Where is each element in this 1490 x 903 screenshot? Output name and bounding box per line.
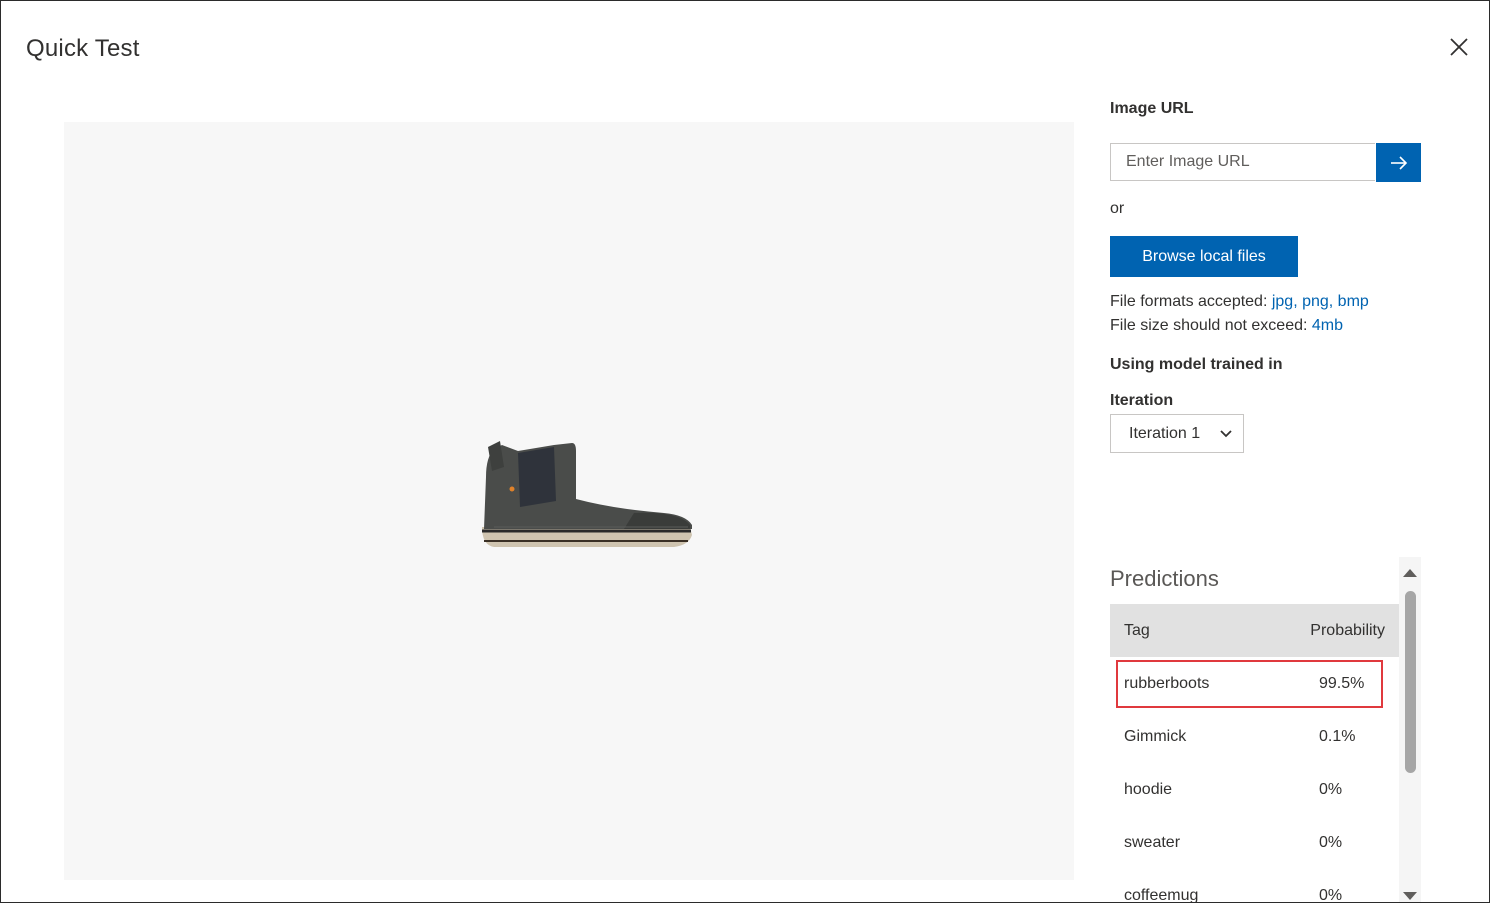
- row-tag: hoodie: [1124, 780, 1173, 798]
- close-icon: [1450, 38, 1468, 56]
- chevron-down-icon: [1220, 430, 1232, 438]
- boot-image: [482, 441, 692, 547]
- predictions-table: Tag Probability rubberboots 99.5% Gimmic…: [1110, 604, 1399, 903]
- column-header-tag: Tag: [1124, 621, 1150, 639]
- arrow-right-icon: [1390, 155, 1407, 170]
- predictions-title: Predictions: [1110, 566, 1219, 591]
- table-row: sweater 0%: [1110, 816, 1399, 869]
- or-separator: or: [1110, 200, 1125, 217]
- image-url-input[interactable]: [1110, 143, 1375, 181]
- table-row-highlighted: rubberboots 99.5%: [1110, 657, 1399, 710]
- row-probability: 0%: [1319, 833, 1343, 851]
- dialog-title: Quick Test: [26, 35, 140, 62]
- column-header-probability: Probability: [1310, 621, 1385, 639]
- model-label: Using model trained in: [1110, 356, 1283, 373]
- image-url-label: Image URL: [1110, 100, 1194, 117]
- predictions-table-header: Tag Probability: [1110, 604, 1399, 657]
- row-probability: 99.5%: [1319, 674, 1365, 692]
- file-formats-label: File formats accepted:: [1110, 293, 1272, 310]
- row-probability: 0.1%: [1319, 727, 1356, 745]
- file-formats-link[interactable]: jpg, png, bmp: [1272, 293, 1369, 310]
- quick-test-dialog: Quick Test Image URL Enter Image URL or …: [0, 0, 1490, 903]
- iteration-label: Iteration: [1110, 392, 1174, 409]
- row-tag: coffeemug: [1124, 886, 1199, 903]
- submit-url-button[interactable]: [1376, 143, 1421, 182]
- row-tag: rubberboots: [1124, 674, 1210, 692]
- file-formats-info: File formats accepted: jpg, png, bmp: [1110, 293, 1369, 311]
- side-panel: Image URL or Browse local files File for…: [1110, 1, 1430, 903]
- browse-local-files-button[interactable]: Browse local files: [1110, 236, 1298, 277]
- iteration-dropdown[interactable]: Iteration 1: [1110, 414, 1244, 453]
- row-tag: sweater: [1124, 833, 1181, 851]
- scroll-down-arrow-icon[interactable]: [1402, 890, 1418, 902]
- table-row: Gimmick 0.1%: [1110, 710, 1399, 763]
- row-probability: 0%: [1319, 780, 1343, 798]
- row-tag: Gimmick: [1124, 727, 1187, 745]
- file-size-link[interactable]: 4mb: [1312, 317, 1343, 334]
- iteration-selected-value: Iteration 1: [1129, 424, 1201, 442]
- file-size-label: File size should not exceed:: [1110, 317, 1312, 334]
- table-row: hoodie 0%: [1110, 763, 1399, 816]
- file-size-info: File size should not exceed: 4mb: [1110, 317, 1343, 335]
- scroll-up-arrow-icon[interactable]: [1402, 567, 1418, 579]
- table-row: coffeemug 0%: [1110, 869, 1399, 903]
- scrollbar-thumb[interactable]: [1405, 591, 1416, 773]
- row-probability: 0%: [1319, 886, 1343, 903]
- close-button[interactable]: [1445, 33, 1473, 61]
- image-preview: [64, 122, 1074, 880]
